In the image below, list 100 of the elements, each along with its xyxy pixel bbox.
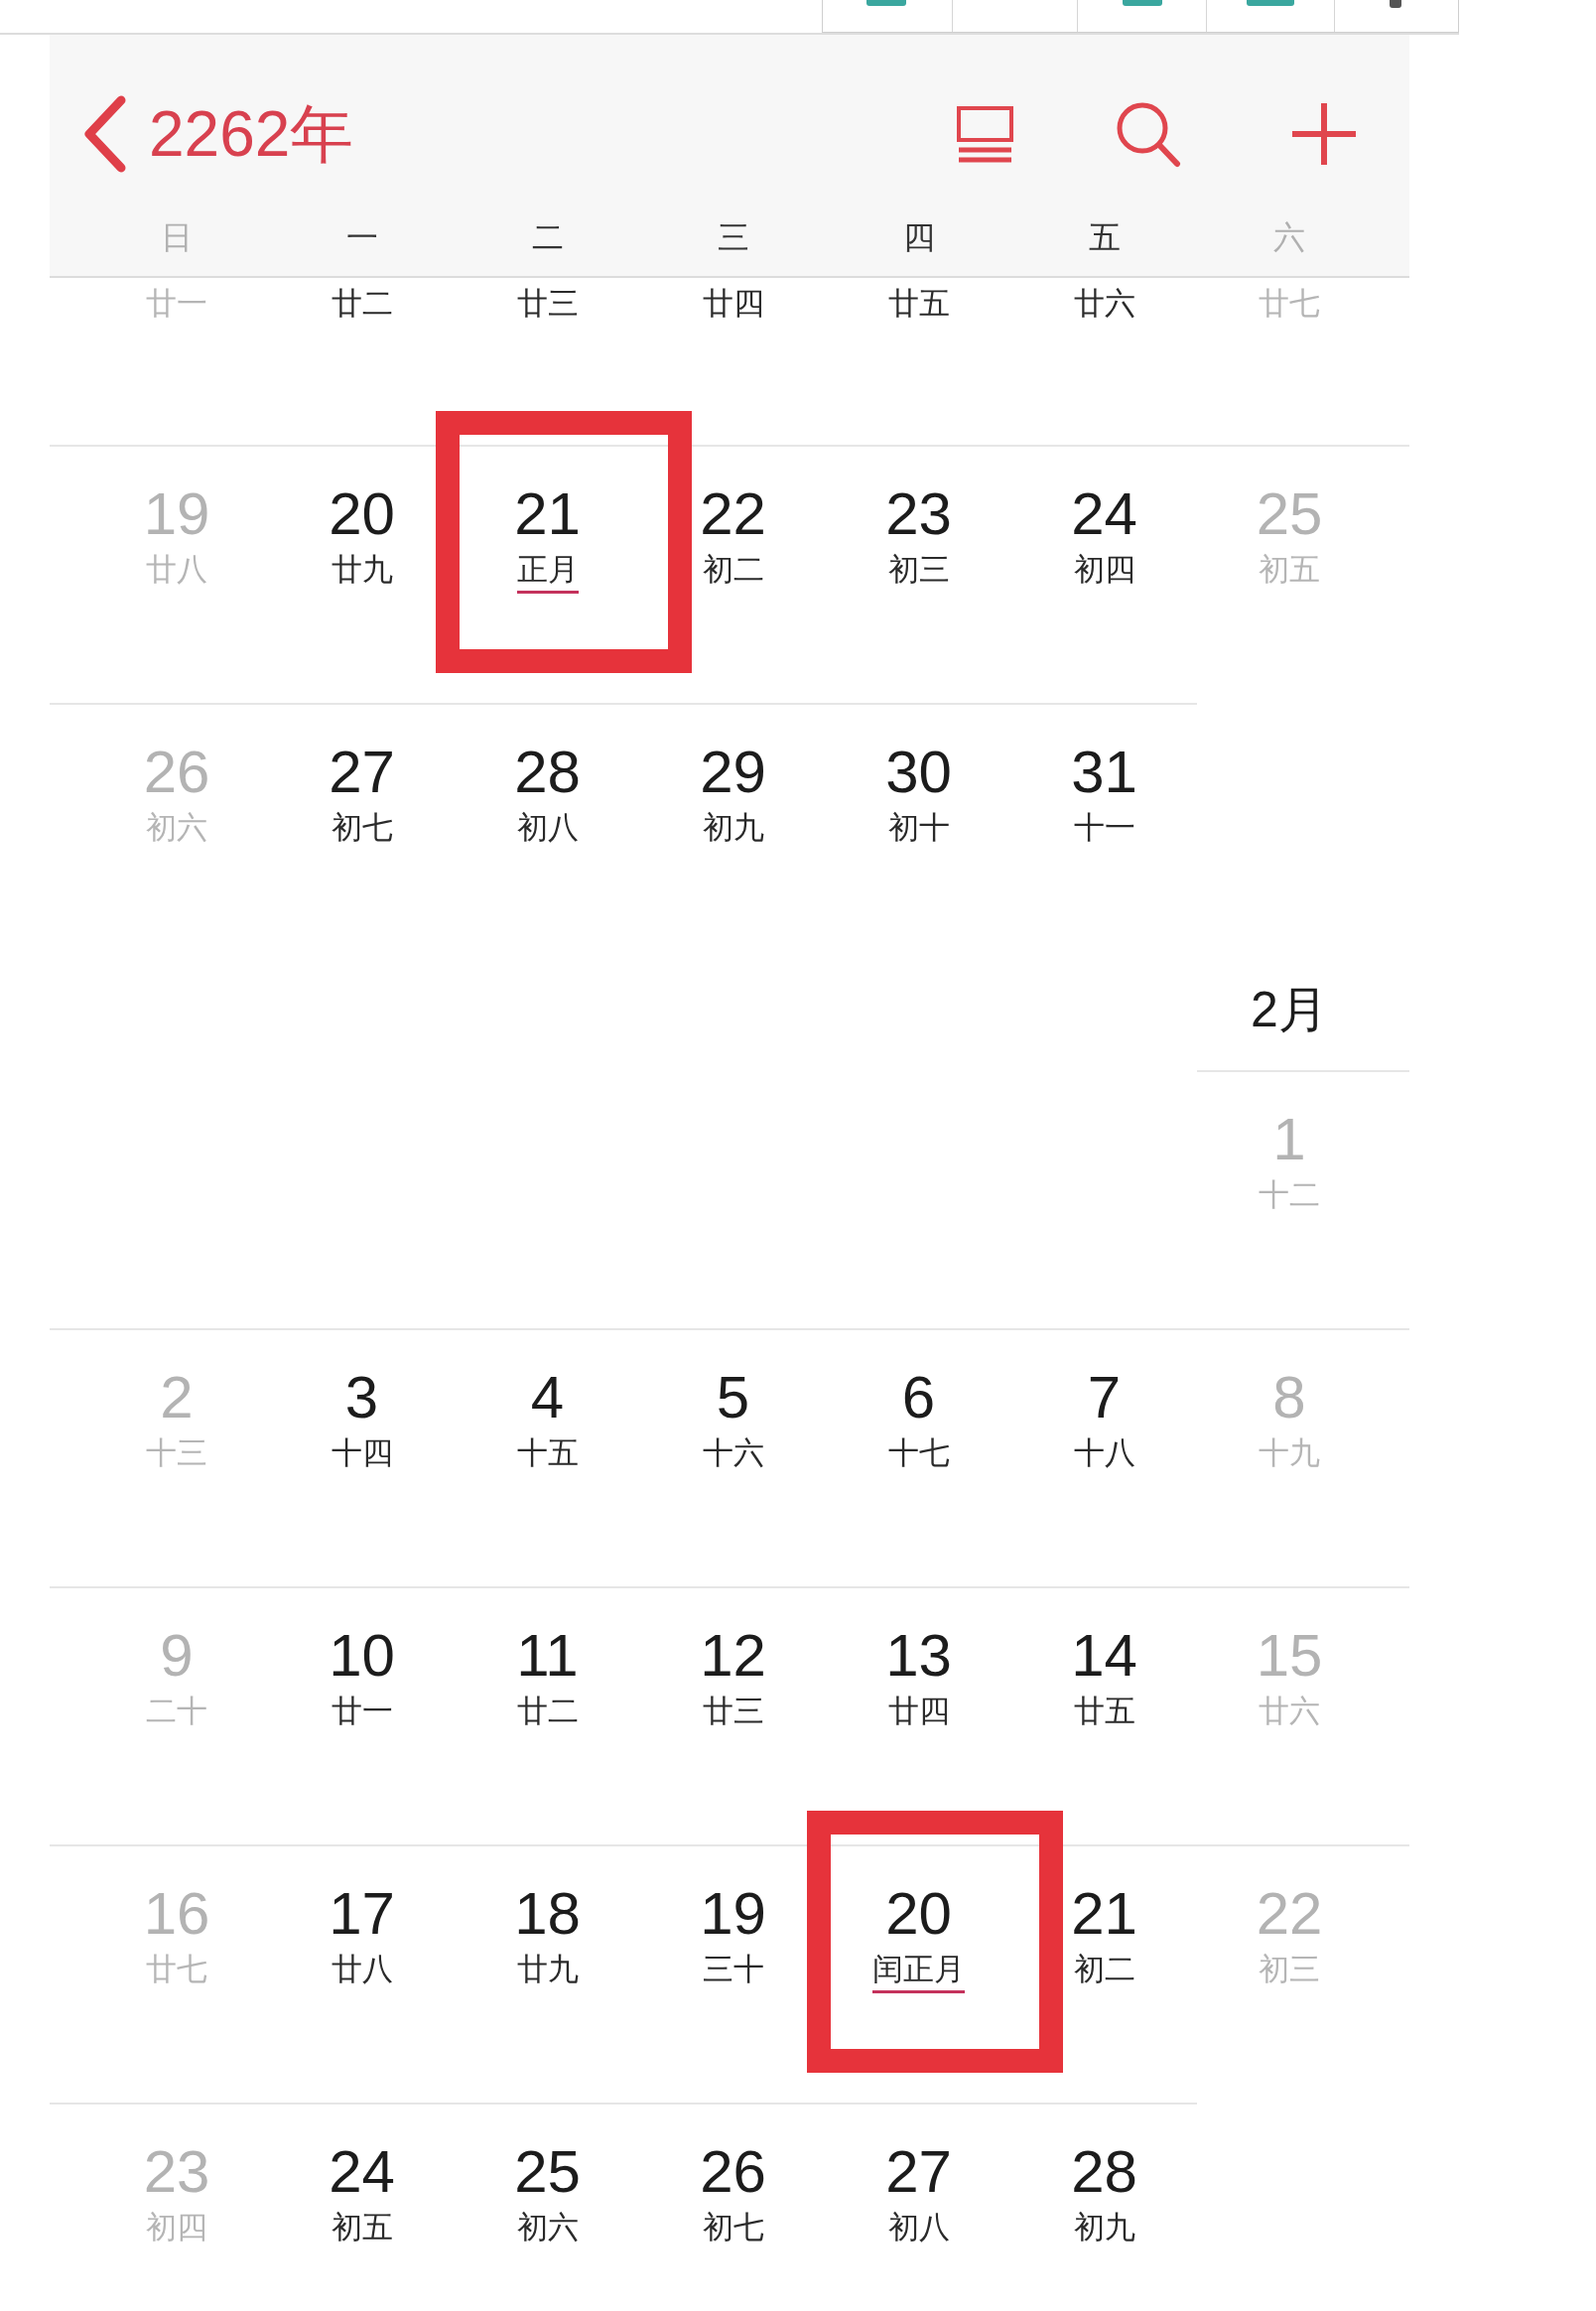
day-number: 6 [901, 1368, 936, 1427]
day-number: 4 [530, 1368, 565, 1427]
day-number: 15 [1256, 1626, 1323, 1686]
day-number: 21 [514, 484, 581, 544]
lunar-date: 十八 [1073, 1437, 1135, 1472]
weekday-label: 四 [902, 221, 935, 257]
lunar-date: 三十 [702, 1954, 764, 1988]
day-number: 23 [143, 2142, 210, 2202]
lunar-date: 廿二 [516, 1696, 579, 1730]
day-number: 24 [1071, 484, 1137, 544]
day-number: 26 [143, 743, 210, 802]
day-number: 2 [160, 1368, 194, 1427]
lunar-date: 十九 [1259, 1437, 1320, 1472]
lunar-date: 初三 [1259, 1954, 1320, 1988]
lunar-date: 廿四 [887, 1696, 950, 1730]
day-number: 20 [885, 1884, 952, 1944]
day-number: 19 [700, 1884, 766, 1944]
day-number: 21 [1071, 1884, 1137, 1944]
weekday-label: 日 [161, 221, 193, 257]
day-number: 28 [514, 743, 581, 802]
lunar-date: 廿七 [1259, 288, 1320, 319]
lunar-date: 廿三 [516, 288, 579, 319]
list-view-icon[interactable] [957, 105, 1013, 163]
day-number: 27 [329, 743, 395, 802]
day-number: 28 [1071, 2142, 1137, 2202]
lunar-date: 初八 [516, 812, 579, 847]
lunar-date: 初五 [331, 2212, 393, 2246]
day-number: 13 [885, 1626, 952, 1686]
day-number: 3 [344, 1368, 379, 1427]
lunar-date: 初二 [702, 554, 764, 589]
lunar-date: 正月 [516, 554, 579, 594]
lunar-date: 廿六 [1073, 288, 1135, 319]
lunar-date: 十三 [146, 1437, 207, 1472]
lunar-date: 廿五 [887, 288, 950, 319]
lunar-date: 十六 [702, 1437, 764, 1472]
day-number: 27 [885, 2142, 952, 2202]
weekday-label: 一 [345, 221, 378, 257]
back-button[interactable]: 2262年 [81, 95, 354, 173]
lunar-date: 初七 [331, 812, 393, 847]
lunar-date: 初十 [887, 812, 950, 847]
lunar-date: 廿八 [146, 554, 207, 589]
day-number: 26 [700, 2142, 766, 2202]
day-number: 22 [1256, 1884, 1323, 1944]
lunar-date: 十四 [331, 1437, 393, 1472]
lunar-date: 廿一 [331, 1696, 393, 1730]
day-number: 9 [160, 1626, 194, 1686]
day-number: 25 [1256, 484, 1323, 544]
lunar-date: 十一 [1073, 812, 1135, 847]
partial-icon[interactable] [1390, 0, 1402, 8]
lunar-date: 初四 [1073, 554, 1135, 589]
weekday-label: 三 [717, 221, 749, 257]
day-number: 11 [516, 1626, 579, 1686]
lunar-date: 初七 [702, 2212, 764, 2246]
lunar-date: 十七 [887, 1437, 950, 1472]
day-number: 5 [716, 1368, 750, 1427]
lunar-date: 十二 [1259, 1179, 1320, 1214]
weekday-label: 二 [531, 221, 564, 257]
day-number: 29 [700, 743, 766, 802]
lunar-date: 初四 [146, 2212, 207, 2246]
day-number: 17 [329, 1884, 395, 1944]
lunar-date: 廿五 [1073, 1696, 1135, 1730]
month-label: 2月 [1251, 985, 1328, 1034]
day-number: 12 [700, 1626, 766, 1686]
lunar-date: 廿一 [146, 288, 207, 319]
lunar-date: 初九 [1073, 2212, 1135, 2246]
lunar-date: 廿四 [702, 288, 764, 319]
lunar-date: 初二 [1073, 1954, 1135, 1988]
lunar-date: 廿三 [702, 1696, 764, 1730]
day-number: 19 [143, 484, 210, 544]
lunar-date: 廿六 [1259, 1696, 1320, 1730]
day-number: 7 [1087, 1368, 1122, 1427]
lunar-date: 初六 [516, 2212, 579, 2246]
day-number: 30 [885, 743, 952, 802]
lunar-date: 廿七 [146, 1954, 207, 1988]
lunar-date: 廿九 [516, 1954, 579, 1988]
lunar-date: 廿二 [331, 288, 393, 319]
weekday-label: 六 [1273, 221, 1305, 257]
day-number: 23 [885, 484, 952, 544]
day-number: 14 [1071, 1626, 1137, 1686]
weekday-label: 五 [1088, 221, 1121, 257]
lunar-date: 闰正月 [872, 1954, 965, 1993]
lunar-date: 二十 [146, 1696, 207, 1730]
day-number: 24 [329, 2142, 395, 2202]
day-number: 8 [1272, 1368, 1306, 1427]
lunar-date: 廿八 [331, 1954, 393, 1988]
day-number: 31 [1071, 743, 1137, 802]
day-number: 25 [514, 2142, 581, 2202]
lunar-date: 十五 [516, 1437, 579, 1472]
day-number: 16 [143, 1884, 210, 1944]
lunar-date: 廿九 [331, 554, 393, 589]
day-number: 20 [329, 484, 395, 544]
add-icon[interactable] [1290, 101, 1358, 167]
search-icon[interactable] [1116, 100, 1181, 168]
lunar-date: 初八 [887, 2212, 950, 2246]
day-number: 10 [329, 1626, 395, 1686]
day-number: 22 [700, 484, 766, 544]
lunar-date: 初三 [887, 554, 950, 589]
day-number: 1 [1272, 1110, 1306, 1169]
lunar-date: 初九 [702, 812, 764, 847]
lunar-date: 初六 [146, 812, 207, 847]
